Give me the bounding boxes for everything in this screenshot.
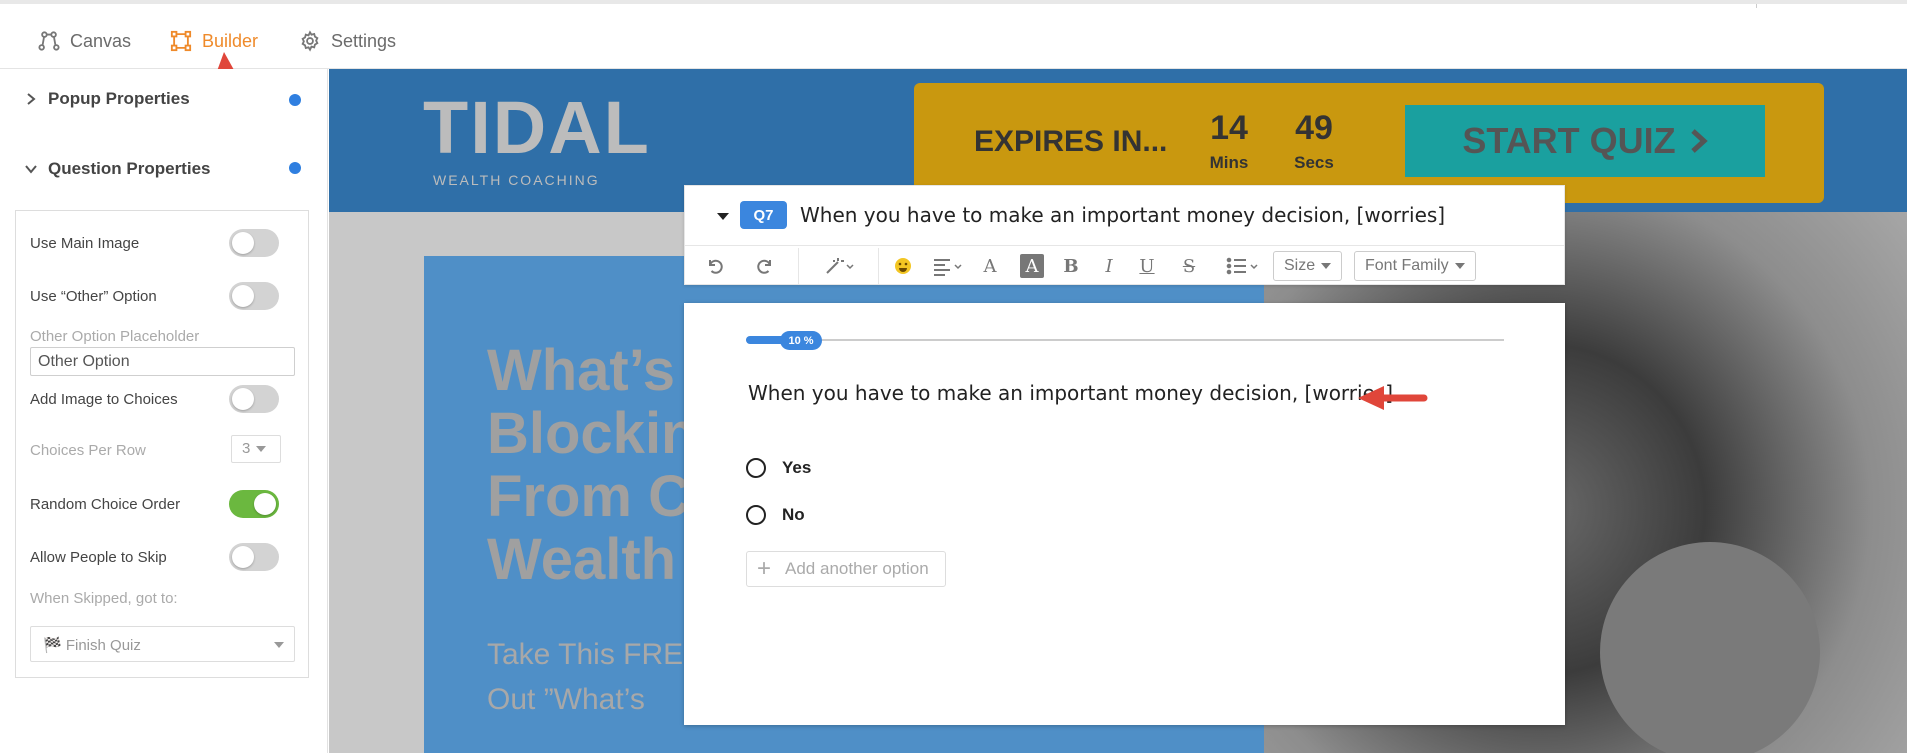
divider	[798, 248, 799, 284]
choices-per-row-value: 3	[242, 440, 251, 457]
tab-settings-label: Settings	[331, 30, 397, 51]
use-main-image-label: Use Main Image	[30, 235, 140, 252]
add-option-label: Add another option	[785, 559, 929, 578]
toggle-knob	[232, 285, 254, 307]
bold-icon[interactable]: B	[1059, 254, 1083, 278]
other-option-placeholder-label: Other Option Placeholder	[30, 328, 200, 345]
status-dot	[289, 94, 301, 106]
choice-label: No	[782, 505, 805, 524]
chevron-right-icon	[27, 93, 36, 105]
plus-icon: +	[757, 555, 772, 582]
emoji-icon[interactable]	[891, 254, 915, 278]
strikethrough-icon[interactable]: S	[1177, 254, 1201, 278]
question-editor-header: Q7 When you have to make an important mo…	[684, 185, 1565, 285]
question-title[interactable]: When you have to make an important money…	[800, 203, 1445, 227]
font-size-label: Size	[1284, 257, 1316, 274]
radio-button[interactable]	[746, 458, 766, 478]
photo-face	[1600, 542, 1820, 753]
font-color-icon[interactable]: A	[978, 254, 1002, 278]
question-properties-label: Question Properties	[48, 159, 211, 178]
chevron-down-icon	[25, 165, 37, 174]
builder-icon	[170, 30, 192, 52]
chevron-down-icon	[274, 642, 284, 648]
rich-text-toolbar: A A B I U S Size Font Family	[685, 245, 1564, 285]
underline-icon[interactable]: U	[1135, 254, 1159, 278]
canvas-icon	[38, 31, 60, 51]
timer-secs: 49	[1295, 109, 1333, 147]
properties-sidebar: Popup Properties Question Properties Use…	[0, 69, 328, 753]
when-skipped-label: When Skipped, got to:	[30, 590, 178, 607]
add-image-to-choices-label: Add Image to Choices	[30, 391, 178, 408]
logo: TIDAL	[423, 86, 651, 169]
undo-icon[interactable]	[703, 254, 727, 278]
tab-settings[interactable]: Settings	[299, 26, 396, 56]
choices-per-row-label: Choices Per Row	[30, 442, 146, 459]
magic-wand-icon[interactable]	[821, 254, 857, 278]
random-choice-order-toggle[interactable]	[229, 490, 279, 518]
use-other-option-label: Use “Other” Option	[30, 288, 157, 305]
choices-per-row-select[interactable]: 3	[231, 435, 281, 463]
toggle-knob	[254, 493, 276, 515]
list-icon[interactable]	[1225, 254, 1261, 278]
hero-subtext: Take This FRE Out ”What’s	[487, 638, 684, 716]
font-family-label: Font Family	[1365, 257, 1449, 274]
font-size-select[interactable]: Size	[1273, 251, 1343, 281]
chevron-down-icon	[1321, 262, 1332, 269]
allow-skip-toggle[interactable]	[229, 543, 279, 571]
status-dot	[289, 162, 301, 174]
random-choice-order-label: Random Choice Order	[30, 496, 181, 513]
chevron-down-icon	[1454, 262, 1465, 269]
redo-icon[interactable]	[753, 254, 777, 278]
timer-secs-label: Secs	[1294, 153, 1334, 172]
toggle-knob	[232, 232, 254, 254]
question-number-badge: Q7	[740, 201, 787, 229]
question-properties-panel: Use Main Image Use “Other” Option Other …	[15, 210, 309, 678]
progress-badge: 10 %	[780, 331, 822, 350]
align-icon[interactable]	[931, 254, 965, 278]
when-skipped-select[interactable]: 🏁 Finish Quiz	[30, 626, 295, 662]
question-preview: 10 % When you have to make an important …	[684, 303, 1565, 725]
radio-button[interactable]	[746, 505, 766, 525]
chevron-down-icon	[256, 446, 267, 453]
italic-icon[interactable]: I	[1097, 254, 1121, 278]
start-quiz-label: START QUIZ	[1462, 120, 1676, 161]
when-skipped-value: 🏁 Finish Quiz	[43, 637, 141, 654]
expires-label: EXPIRES IN...	[974, 125, 1168, 158]
choice-yes[interactable]: Yes	[746, 458, 811, 478]
toggle-knob	[232, 388, 254, 410]
add-option-button[interactable]: + Add another option	[746, 551, 946, 587]
tab-canvas[interactable]: Canvas	[38, 26, 131, 56]
divider	[1756, 4, 1757, 8]
toggle-knob	[232, 546, 254, 568]
timer-mins: 14	[1210, 109, 1248, 147]
question-properties-header[interactable]: Question Properties	[24, 159, 210, 179]
divider	[878, 248, 879, 284]
popup-properties-header[interactable]: Popup Properties	[24, 89, 190, 109]
top-navigation: Canvas Builder Settings	[0, 0, 1907, 69]
allow-skip-label: Allow People to Skip	[30, 549, 167, 566]
gear-icon	[301, 30, 319, 52]
add-image-to-choices-toggle[interactable]	[229, 385, 279, 413]
font-family-select[interactable]: Font Family	[1354, 251, 1476, 281]
annotation-arrow-question	[1358, 386, 1428, 410]
start-quiz-button[interactable]: START QUIZ	[1405, 105, 1765, 177]
logo-subtitle: WEALTH COACHING	[433, 172, 600, 188]
question-text[interactable]: When you have to make an important money…	[748, 381, 1393, 405]
use-other-option-toggle[interactable]	[229, 282, 279, 310]
chevron-right-icon	[1690, 129, 1708, 153]
collapse-caret-icon[interactable]	[717, 213, 729, 220]
popup-properties-label: Popup Properties	[48, 89, 190, 108]
choice-no[interactable]: No	[746, 505, 805, 525]
choice-label: Yes	[782, 458, 812, 477]
progress-track	[746, 339, 1504, 341]
timer-mins-label: Mins	[1209, 153, 1249, 172]
tab-canvas-label: Canvas	[70, 30, 132, 51]
highlight-color-icon[interactable]: A	[1020, 254, 1044, 278]
other-option-placeholder-input[interactable]: Other Option	[30, 347, 295, 376]
use-main-image-toggle[interactable]	[229, 229, 279, 257]
